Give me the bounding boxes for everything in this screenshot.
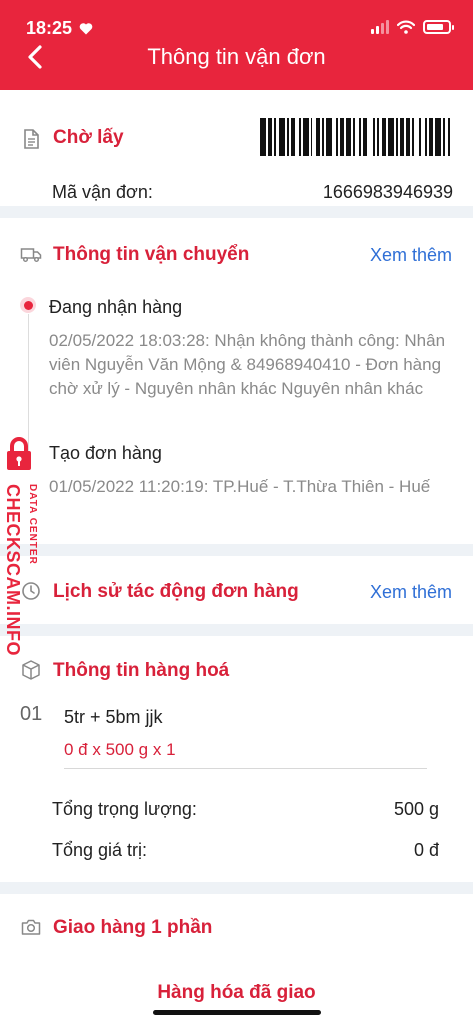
app-header: 18:25 Thông tin vận đơn [0,0,473,90]
timeline-event-title: Tạo đơn hàng [49,443,162,463]
waybill-code-label: Mã vận đơn: [52,182,153,202]
camera-icon [21,919,41,935]
waybill-code-value: 1666983946939 [322,182,453,202]
status-time-text: 18:25 [26,18,73,38]
shipping-title: Thông tin vận chuyển [53,244,250,265]
shipping-more-link[interactable]: Xem thêm [370,245,452,266]
signal-icon [371,20,389,34]
goods-title: Thông tin hàng hoá [53,660,230,681]
partial-delivery-title: Giao hàng 1 phần [53,917,213,938]
delivered-goods-heading: Hàng hóa đã giao [157,982,316,1003]
lock-icon [7,437,31,470]
goods-item-name: 5tr + 5bm jjk [64,707,163,727]
timeline-event-desc: 02/05/2022 18:03:28: Nhận không thành cô… [49,331,446,398]
barcode [260,118,453,156]
history-title: Lịch sử tác động đơn hàng [53,581,299,602]
goods-item-index: 01 [20,703,43,725]
watermark-tagline: DATA CENTER [27,484,38,565]
total-value-value: 0 đ [413,840,439,860]
total-value-label: Tổng giá trị: [52,840,148,860]
partial-delivery-card [0,894,473,1024]
status-icons [371,20,454,34]
timeline-active-dot [20,297,36,313]
status-time: 18:25 [26,18,93,39]
page-title: Thông tin vận đơn [147,44,326,69]
watermark: CHECKSCAM.INFO DATA CENTER [0,436,48,676]
heart-icon [79,23,93,35]
history-more-link[interactable]: Xem thêm [370,582,452,603]
goods-item-divider [64,768,427,769]
total-weight-label: Tổng trọng lượng: [52,799,197,819]
total-weight-value: 500 g [393,799,439,819]
battery-icon [423,20,454,34]
timeline-event-title: Đang nhận hàng [49,297,183,317]
timeline-event-desc: 01/05/2022 11:20:19: TP.Huế - T.Thừa Thi… [49,477,431,496]
truck-icon [20,248,42,262]
waybill-status: Chờ lấy [53,127,124,148]
wifi-icon [397,20,415,34]
document-icon [24,129,39,149]
home-indicator [153,1010,321,1015]
watermark-brand: CHECKSCAM.INFO [3,484,23,656]
goods-item-detail: 0 đ x 500 g x 1 [64,740,176,759]
